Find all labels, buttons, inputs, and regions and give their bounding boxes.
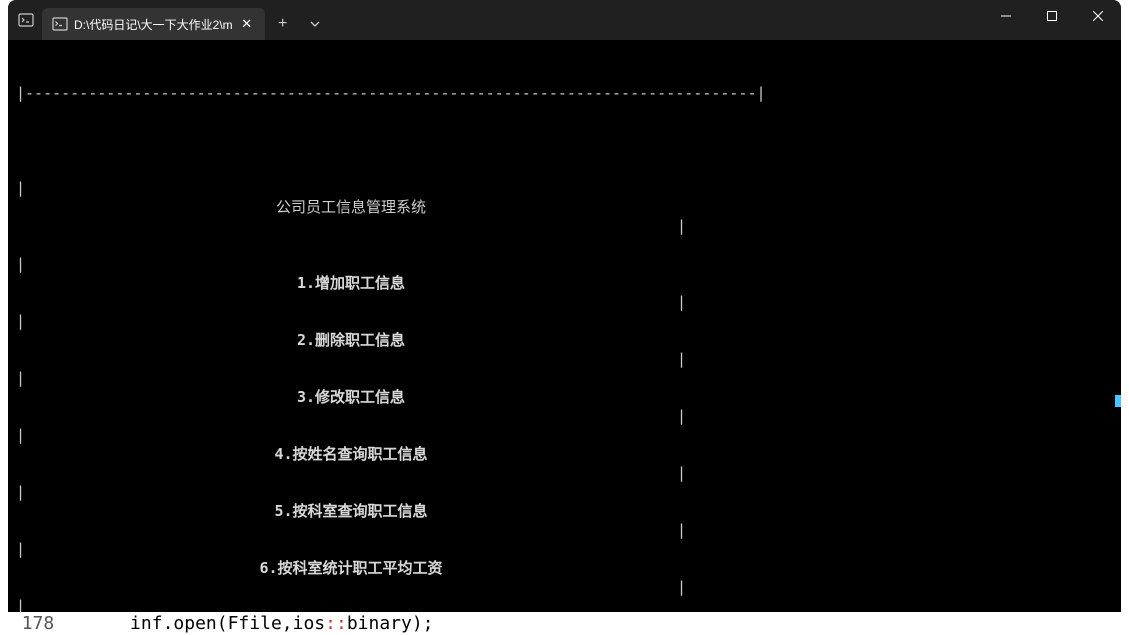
menu-row: | 5.按科室查询职工信息 | (16, 464, 686, 483)
menu-item-2: 2.删除职工信息 (16, 331, 686, 350)
menu-item-4: 4.按姓名查询职工信息 (16, 445, 686, 464)
menu-row: | 3.修改职工信息 | (16, 350, 686, 369)
menu-item-1: 1.增加职工信息 (16, 274, 686, 293)
menu-pipe: | (16, 540, 25, 559)
menu-pipe: | (16, 426, 25, 445)
menu-pipe: | (16, 255, 25, 274)
menu-pipe: | (16, 179, 25, 198)
scrollbar-indicator[interactable] (1115, 395, 1121, 407)
maximize-button[interactable] (1029, 0, 1075, 32)
bg-line-num: 178 (22, 613, 55, 634)
tab-title: D:\代码日记\大一下大作业2\m (74, 16, 233, 33)
menu-row: | 1.增加职工信息 | (16, 236, 686, 255)
menu-border-top: |---------------------------------------… (16, 84, 1113, 103)
menu-row: | 4.按姓名查询职工信息 | (16, 407, 686, 426)
menu-pipe: | (16, 483, 25, 502)
tab-close-button[interactable]: ✕ (239, 16, 255, 32)
terminal-window: D:\代码日记\大一下大作业2\m ✕ + |-----------------… (8, 0, 1121, 612)
menu-row: | 2.删除职工信息 | (16, 293, 686, 312)
menu-pipe: | (16, 369, 25, 388)
menu-title: 公司员工信息管理系统 (16, 198, 686, 217)
menu-row: | 公司员工信息管理系统 | (16, 160, 686, 179)
bg-code-suffix: binary); (347, 613, 434, 634)
menu-pipe: | (16, 597, 25, 612)
bg-code-colons: :: (325, 613, 347, 634)
menu-item-3: 3.修改职工信息 (16, 388, 686, 407)
titlebar: D:\代码日记\大一下大作业2\m ✕ + (8, 0, 1121, 40)
new-tab-button[interactable]: + (267, 8, 299, 40)
tab-dropdown-button[interactable] (299, 8, 331, 40)
window-controls (983, 0, 1121, 40)
bg-code-text: inf.open(Ffile,ios (54, 613, 325, 634)
terminal-app-icon (18, 12, 34, 28)
menu-pipe: | (16, 312, 25, 331)
menu-row: | 6.按科室统计职工平均工资 | (16, 521, 686, 540)
menu-pipe: | (677, 217, 686, 236)
minimize-button[interactable] (983, 0, 1029, 32)
tab-cmd-icon (52, 16, 68, 32)
menu-item-5: 5.按科室查询职工信息 (16, 502, 686, 521)
close-button[interactable] (1075, 0, 1121, 32)
menu-row: | 0.保存并退出职工工资管理系统 | (16, 578, 686, 597)
menu-item-6: 6.按科室统计职工平均工资 (16, 559, 686, 578)
active-tab[interactable]: D:\代码日记\大一下大作业2\m ✕ (42, 8, 265, 40)
terminal-body[interactable]: |---------------------------------------… (8, 40, 1121, 612)
